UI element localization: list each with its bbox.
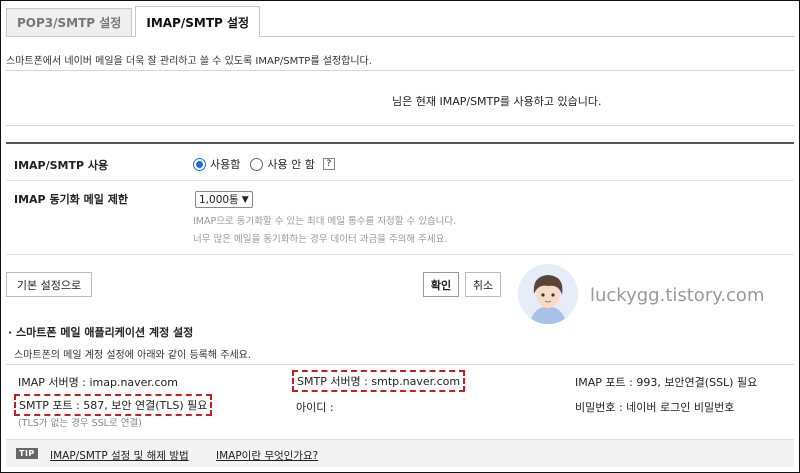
tab-imap-smtp[interactable]: IMAP/SMTP 설정 xyxy=(135,6,261,37)
status-text: 님은 현재 IMAP/SMTP를 사용하고 있습니다. xyxy=(392,95,602,108)
status-box: 님은 현재 IMAP/SMTP를 사용하고 있습니다. xyxy=(6,70,794,126)
imap-smtp-use-options: 사용함 사용 안 함 ? xyxy=(193,156,335,172)
app-settings-title-text: 스마트폰 메일 애플리케이션 계정 설정 xyxy=(16,326,194,339)
tip-badge: TIP xyxy=(16,448,38,459)
sync-limit-value: 1,000통 xyxy=(199,194,239,206)
cancel-button[interactable]: 취소 xyxy=(465,272,501,297)
confirm-button[interactable]: 확인 xyxy=(423,272,459,297)
settings-table-top xyxy=(6,142,794,144)
user-id-info: 아이디 : xyxy=(296,401,334,414)
reset-default-button[interactable]: 기본 설정으로 xyxy=(6,272,92,297)
sync-limit-hint-1: IMAP으로 동기화할 수 있는 최대 메일 통수를 지정할 수 있습니다. xyxy=(193,216,457,227)
sync-limit-hint-2: 너무 많은 메일을 동기화하는 경우 데이터 과금을 주의해 주세요. xyxy=(193,234,448,245)
tip-bar: TIP IMAP/SMTP 설정 및 해제 방법 IMAP이란 무엇인가요? xyxy=(6,439,794,467)
sync-limit-label: IMAP 동기화 메일 제한 xyxy=(14,193,128,206)
chevron-down-icon: ▼ xyxy=(241,194,249,205)
imap-server-info: IMAP 서버명 : imap.naver.com xyxy=(18,376,178,389)
tls-note: (TLS가 없는 경우 SSL로 연결) xyxy=(18,418,142,429)
help-icon[interactable]: ? xyxy=(322,158,335,170)
imap-smtp-use-label: IMAP/SMTP 사용 xyxy=(14,159,109,172)
sync-limit-select[interactable]: 1,000통 ▼ xyxy=(195,191,253,208)
row-divider xyxy=(6,180,794,181)
page-description: 스마트폰에서 네이버 메일을 더욱 잘 관리하고 쓸 수 있도록 IMAP/SM… xyxy=(6,56,372,67)
radio-use-button[interactable] xyxy=(193,157,206,171)
app-settings-desc: 스마트폰의 메일 계정 설정에 아래와 같이 등록해 주세요. xyxy=(14,350,252,361)
tip-link-what-is-imap[interactable]: IMAP이란 무엇인가요? xyxy=(216,448,318,463)
radio-use-label: 사용함 xyxy=(210,158,241,171)
radio-not-use-label: 사용 안 함 xyxy=(267,158,315,171)
tab-pop3-smtp[interactable]: POP3/SMTP 설정 xyxy=(6,8,133,36)
imap-port-info: IMAP 포트 : 993, 보안연결(SSL) 필요 xyxy=(575,376,758,389)
tip-link-setup-guide[interactable]: IMAP/SMTP 설정 및 해제 방법 xyxy=(50,448,189,463)
smtp-port-info: SMTP 포트 : 587, 보안 연결(TLS) 필요 xyxy=(14,394,213,416)
row-divider xyxy=(6,254,794,255)
smtp-server-info: SMTP 서버명 : smtp.naver.com xyxy=(292,370,466,392)
avatar xyxy=(518,264,578,324)
bullet-icon: · xyxy=(8,326,13,339)
radio-use[interactable]: 사용함 xyxy=(193,156,240,172)
avatar-illustration xyxy=(518,264,578,324)
watermark-text: luckygg.tistory.com xyxy=(590,285,765,306)
app-settings-title: · 스마트폰 메일 애플리케이션 계정 설정 xyxy=(8,324,193,340)
tab-divider xyxy=(6,36,794,37)
password-info: 비밀번호 : 네이버 로그인 비밀번호 xyxy=(575,401,735,414)
tab-bar: POP3/SMTP 설정 IMAP/SMTP 설정 xyxy=(6,6,261,37)
radio-not-use-button[interactable] xyxy=(250,157,264,171)
radio-not-use[interactable]: 사용 안 함 xyxy=(250,156,315,172)
